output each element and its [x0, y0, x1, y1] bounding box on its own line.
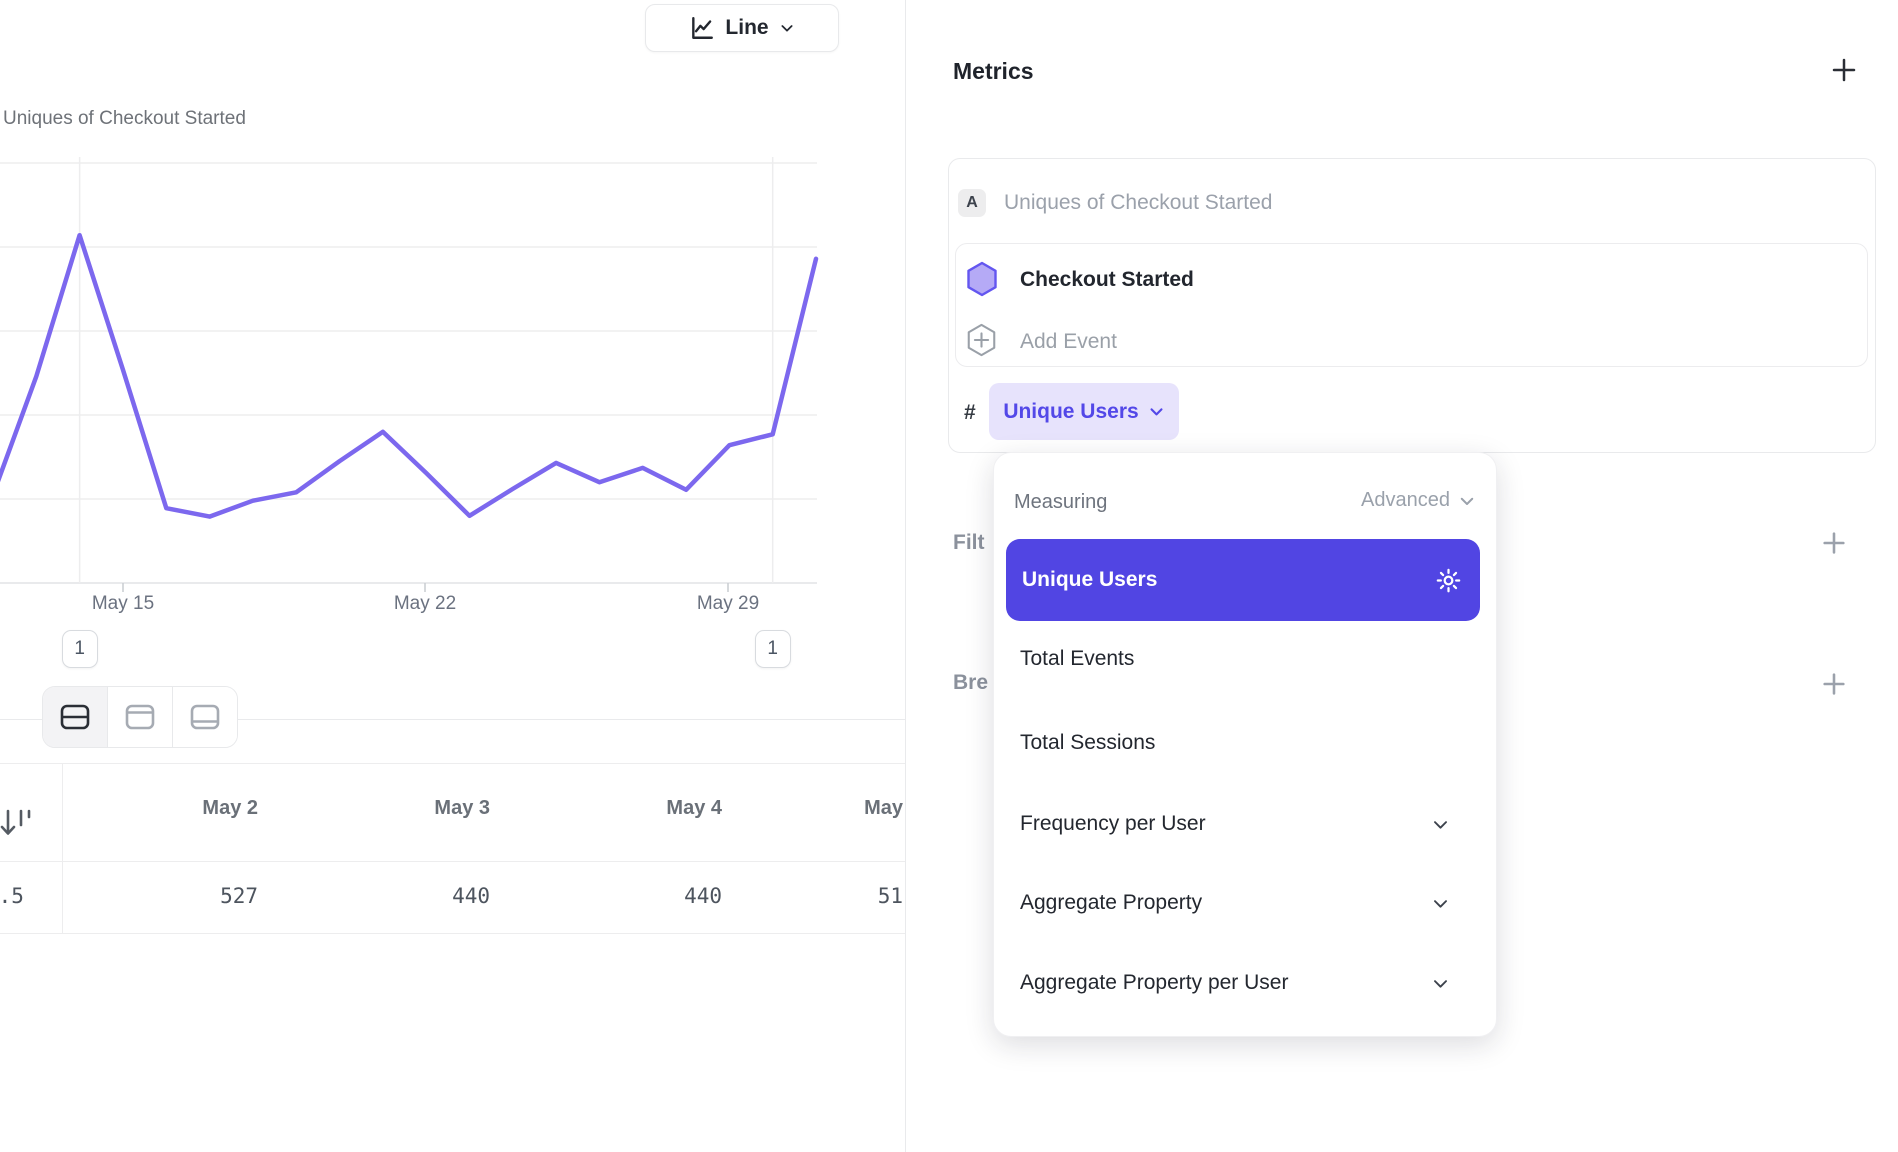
- table-header-cell[interactable]: May 3: [290, 797, 490, 820]
- measure-chip-label: Unique Users: [1003, 400, 1138, 424]
- metric-badge: A: [958, 189, 986, 217]
- line-chart-icon: [689, 15, 715, 41]
- dropdown-item[interactable]: Frequency per User: [1020, 810, 1450, 838]
- chevron-down-icon: [1431, 974, 1450, 993]
- plus-icon: [1829, 55, 1859, 85]
- dropdown-item-label: Aggregate Property per User: [1020, 971, 1431, 995]
- table-cell: 440: [522, 884, 722, 908]
- x-axis-ticks: [123, 583, 728, 592]
- dropdown-item-label: Frequency per User: [1020, 812, 1431, 836]
- filters-section-label: Filt: [953, 531, 985, 555]
- layout-chart-only-button[interactable]: [107, 687, 172, 747]
- metric-card: A Uniques of Checkout Started Checkout S…: [948, 158, 1876, 453]
- table-header-cell[interactable]: May 4: [522, 797, 722, 820]
- dropdown-item[interactable]: Total Sessions: [1020, 729, 1450, 757]
- chevron-down-icon: [1458, 492, 1476, 510]
- add-metric-button[interactable]: [1828, 54, 1860, 86]
- plus-icon: [1820, 670, 1848, 698]
- x-tick-label: May 15: [63, 593, 183, 615]
- breakdown-section-label: Bre: [953, 671, 988, 695]
- event-hexagon-icon: [966, 261, 998, 297]
- table-row-label: 0.5: [0, 884, 24, 908]
- dropdown-item[interactable]: Total Events: [1020, 645, 1450, 673]
- measure-prefix: #: [964, 401, 976, 425]
- add-event-hexagon-icon[interactable]: [966, 323, 997, 357]
- dropdown-item[interactable]: Aggregate Property per User: [1020, 969, 1450, 997]
- table-header-cell[interactable]: May: [703, 797, 903, 820]
- advanced-toggle[interactable]: Advanced: [1361, 489, 1476, 512]
- dropdown-item-label: Unique Users: [1022, 568, 1435, 592]
- panel-bottom-icon: [189, 703, 221, 731]
- add-breakdown-button[interactable]: [1818, 668, 1850, 700]
- dropdown-header: Measuring: [1014, 491, 1107, 514]
- dropdown-item[interactable]: Aggregate Property: [1020, 889, 1450, 917]
- dropdown-item-label: Aggregate Property: [1020, 891, 1431, 915]
- metric-label: Uniques of Checkout Started: [1004, 191, 1273, 215]
- measuring-dropdown: Measuring Advanced Unique Users Total Ev…: [993, 452, 1497, 1037]
- x-tick-label: May 22: [365, 593, 485, 615]
- chevron-down-icon: [1148, 403, 1165, 420]
- table-column-divider: [62, 763, 63, 934]
- gear-icon[interactable]: [1435, 567, 1462, 594]
- layout-toggle: [42, 686, 238, 748]
- sort-descending-icon[interactable]: [0, 803, 36, 848]
- annotation-badge[interactable]: 1: [755, 630, 791, 668]
- table-row-divider: [0, 933, 905, 934]
- layout-split-rows-button[interactable]: [43, 687, 107, 747]
- panel-top-icon: [124, 703, 156, 731]
- x-tick-label: May 29: [668, 593, 788, 615]
- chevron-down-icon: [1431, 815, 1450, 834]
- dropdown-item-label: Total Sessions: [1020, 731, 1450, 755]
- split-rows-icon: [59, 703, 91, 731]
- advanced-label: Advanced: [1361, 489, 1450, 512]
- chart-type-button[interactable]: Line: [645, 4, 839, 52]
- table-cell: 527: [58, 884, 258, 908]
- table-header-cell[interactable]: May 2: [58, 797, 258, 820]
- metrics-section-title: Metrics: [953, 58, 1034, 85]
- panel-divider: [905, 0, 906, 1152]
- layout-table-only-button[interactable]: [172, 687, 237, 747]
- chevron-down-icon: [779, 20, 795, 36]
- annotation-badge[interactable]: 1: [62, 630, 98, 668]
- event-name[interactable]: Checkout Started: [1020, 268, 1194, 292]
- table-cell: 51: [703, 884, 903, 908]
- measure-chip[interactable]: Unique Users: [989, 383, 1179, 440]
- add-event-label[interactable]: Add Event: [1020, 330, 1117, 354]
- dropdown-item-label: Total Events: [1020, 647, 1450, 671]
- add-filter-button[interactable]: [1818, 527, 1850, 559]
- table-cell: 440: [290, 884, 490, 908]
- annotation-gridlines: [80, 157, 773, 583]
- series-line: [0, 235, 816, 516]
- table-top-border: [0, 763, 905, 764]
- chevron-down-icon: [1431, 894, 1450, 913]
- table-header-divider: [0, 861, 905, 862]
- chart-type-label: Line: [725, 16, 768, 40]
- event-list: Checkout Started Add Event: [955, 243, 1868, 367]
- dropdown-item-selected[interactable]: Unique Users: [1006, 539, 1480, 621]
- plus-icon: [1820, 529, 1848, 557]
- chart-title: Uniques of Checkout Started: [3, 108, 246, 130]
